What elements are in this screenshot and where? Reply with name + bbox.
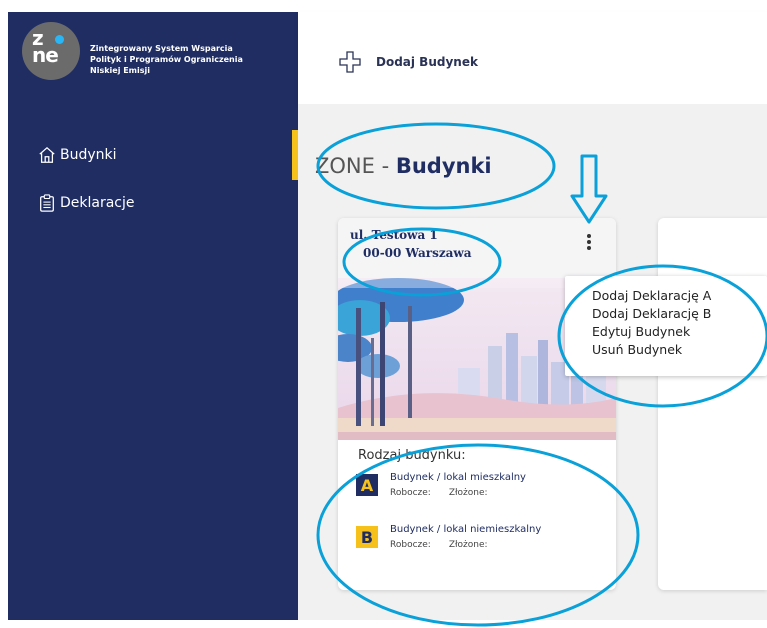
sidebar-item-label: Deklaracje (60, 195, 135, 211)
building-type-b: B Budynek / lokal niemieszkalny Robocze:… (356, 524, 542, 550)
menu-item-delete-building[interactable]: Usuń Budynek (592, 342, 682, 357)
type-b-name: Budynek / lokal niemieszkalny (390, 524, 542, 535)
type-b-submitted-label: Złożone: (448, 540, 488, 550)
sidebar: z ne Zintegrowany System Wsparcia Polity… (8, 12, 298, 620)
menu-item-add-declaration-b[interactable]: Dodaj Deklarację B (592, 306, 711, 321)
building-type-a: A Budynek / lokal mieszkalny Robocze: Zł… (356, 472, 526, 498)
app-title: Zintegrowany System Wsparcia Polityk i P… (90, 44, 243, 75)
sidebar-item-deklaracje[interactable]: Deklaracje (38, 194, 135, 212)
type-a-badge: A (356, 474, 378, 496)
add-building-button[interactable]: Dodaj Budynek (338, 50, 478, 74)
clipboard-icon (40, 194, 54, 212)
building-context-menu: Dodaj Deklarację A Dodaj Deklarację B Ed… (565, 276, 767, 376)
menu-item-edit-building[interactable]: Edytuj Budynek (592, 324, 690, 339)
building-card[interactable]: ul. Testowa 1 00-00 Warszawa Rodzaj budy… (338, 218, 616, 590)
add-building-label: Dodaj Budynek (376, 55, 478, 69)
logo-dot (55, 35, 64, 44)
address-line1: ul. Testowa 1 (350, 228, 438, 242)
house-icon (39, 146, 55, 163)
kebab-menu-icon[interactable] (586, 232, 592, 256)
building-card-second[interactable] (658, 218, 767, 590)
plus-icon (339, 51, 361, 73)
type-b-badge: B (356, 526, 378, 548)
type-a-submitted-label: Złożone: (448, 488, 488, 498)
address-line2: 00-00 Warszawa (363, 246, 472, 260)
menu-item-add-declaration-a[interactable]: Dodaj Deklarację A (592, 288, 711, 303)
app-logo[interactable]: z ne (22, 22, 80, 80)
sidebar-item-budynki[interactable]: Budynki (38, 146, 117, 164)
building-type-label: Rodzaj budynku: (358, 448, 466, 463)
type-a-draft-label: Robocze: (390, 488, 431, 498)
page-title: ZONE - Budynki (315, 154, 492, 178)
sidebar-item-label: Budynki (60, 147, 117, 163)
card-header: ul. Testowa 1 00-00 Warszawa (338, 218, 616, 278)
top-bar: Dodaj Budynek (298, 12, 767, 104)
type-b-draft-label: Robocze: (390, 540, 431, 550)
type-a-name: Budynek / lokal mieszkalny (390, 472, 526, 483)
logo-text: z ne (32, 26, 59, 67)
